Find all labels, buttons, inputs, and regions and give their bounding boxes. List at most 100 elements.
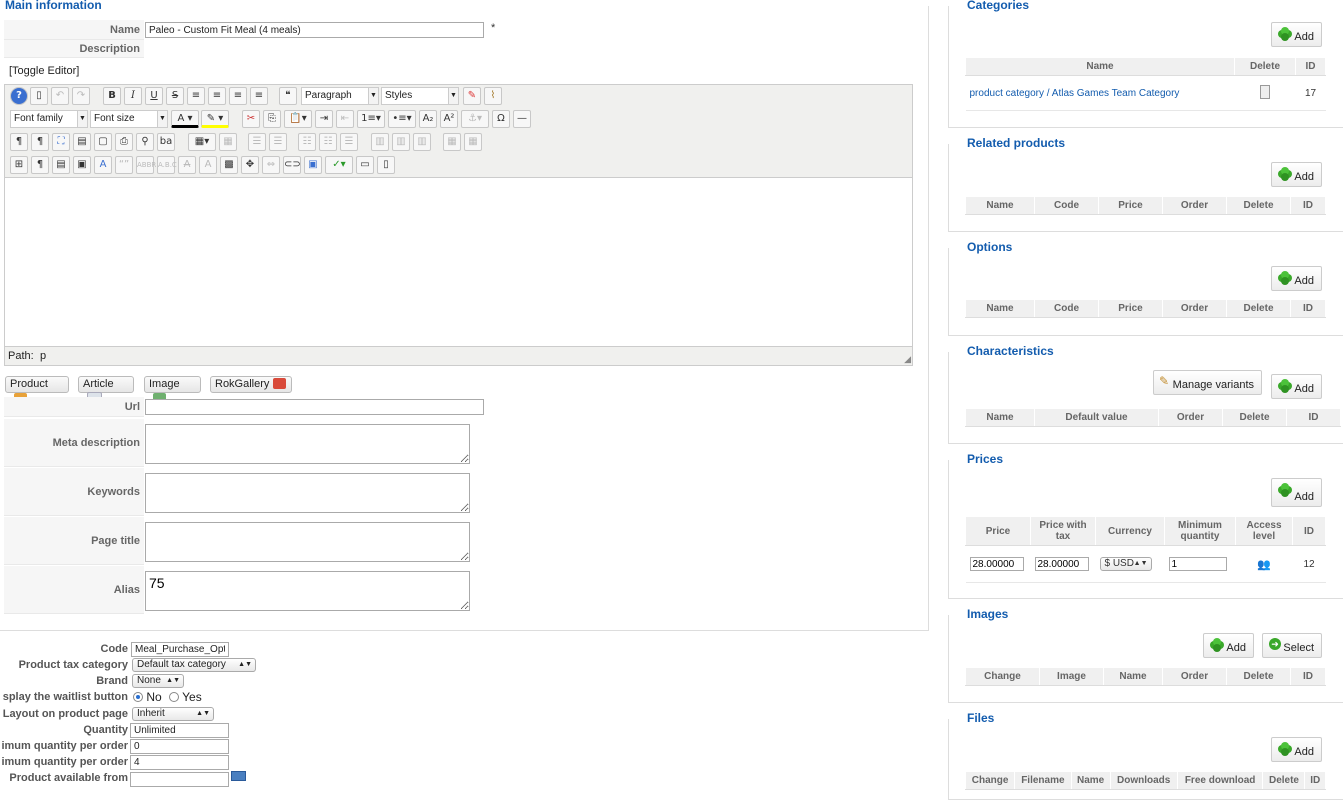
delete-table-icon[interactable]: ▦ — [219, 133, 237, 151]
insert-image-button[interactable]: Image — [144, 376, 201, 404]
categories-add-button[interactable]: Add — [1271, 22, 1322, 47]
preview-icon[interactable]: ▢ — [94, 133, 112, 151]
url-input[interactable] — [145, 399, 484, 415]
anchor-icon[interactable]: ⚓▾ — [461, 110, 489, 128]
available-from-input[interactable] — [130, 772, 229, 787]
align-center-icon[interactable]: ≡ — [208, 87, 226, 105]
format-select[interactable]: Paragraph ▼ — [301, 87, 379, 105]
users-icon[interactable]: 👥 — [1257, 559, 1271, 571]
split-cells-icon[interactable]: ▥ — [371, 133, 389, 151]
spellcheck-icon[interactable]: ✓▾ — [325, 156, 353, 174]
category-link[interactable]: product category / Atlas Games Team Cate… — [965, 75, 1235, 111]
paste-text-icon[interactable]: ▤ — [52, 156, 70, 174]
waitlist-no-radio[interactable] — [133, 692, 143, 702]
bold-icon[interactable]: B — [103, 87, 121, 105]
path-value[interactable]: p — [40, 350, 46, 362]
link-icon[interactable]: ⊂⊃ — [283, 156, 301, 174]
nonbreaking-icon[interactable]: ⇔ — [262, 156, 280, 174]
keywords-textarea[interactable] — [145, 473, 470, 513]
editor-content-area[interactable] — [4, 177, 913, 348]
horizontal-rule-icon[interactable]: — — [513, 110, 531, 128]
col-before-icon[interactable]: ☷ — [298, 133, 316, 151]
align-left-icon[interactable]: ≡ — [229, 87, 247, 105]
row-after-icon[interactable]: ☰ — [269, 133, 287, 151]
col-after-icon[interactable]: ☷ — [319, 133, 337, 151]
abbr-icon[interactable]: ABBR — [136, 156, 156, 174]
align-justify-icon[interactable]: ≡ — [187, 87, 205, 105]
subscript-icon[interactable]: A₂ — [419, 110, 437, 128]
highlight-color-icon[interactable]: ✎ ▾ — [201, 110, 229, 128]
replace-icon[interactable]: ba — [157, 133, 175, 151]
underline-icon[interactable]: U — [145, 87, 163, 105]
outdent-icon[interactable]: ⇤ — [336, 110, 354, 128]
del-icon[interactable]: A — [178, 156, 196, 174]
layer-icon[interactable]: ✥ — [241, 156, 259, 174]
min-order-input[interactable] — [130, 739, 229, 754]
insert-rokgallery-button[interactable]: RokGallery — [210, 376, 292, 393]
paste-icon[interactable]: 📋▾ — [284, 110, 312, 128]
manage-variants-button[interactable]: ✎ Manage variants — [1153, 370, 1262, 395]
style-props-icon[interactable]: A — [94, 156, 112, 174]
text-color-icon[interactable]: A ▾ — [171, 110, 199, 128]
options-add-button[interactable]: Add — [1271, 266, 1322, 291]
indent-icon[interactable]: ⇥ — [315, 110, 333, 128]
template-icon[interactable]: ▤ — [73, 133, 91, 151]
price-input[interactable] — [969, 557, 1024, 571]
acronym-icon[interactable]: A.B.C — [157, 156, 177, 174]
cell-props-icon[interactable]: ▦ — [443, 133, 461, 151]
minimum-quantity-input[interactable] — [1168, 557, 1227, 571]
redo-icon[interactable]: ↷ — [72, 87, 90, 105]
insert-product-button[interactable]: Product — [5, 376, 69, 404]
cite-icon[interactable]: “” — [115, 156, 133, 174]
related-add-button[interactable]: Add — [1271, 162, 1322, 187]
font-family-select[interactable]: Font family ▼ — [10, 110, 88, 128]
row-props-icon[interactable]: ▦ — [464, 133, 482, 151]
prices-add-button[interactable]: Add — [1271, 478, 1322, 507]
new-document-icon[interactable]: ▯ — [30, 87, 48, 105]
brand-select[interactable]: None ▲▼ — [132, 674, 184, 688]
images-add-button[interactable]: Add — [1203, 633, 1254, 658]
paste-word-icon[interactable]: ▣ — [73, 156, 91, 174]
meta-description-textarea[interactable] — [145, 424, 470, 464]
attributes-icon[interactable]: ▩ — [220, 156, 238, 174]
eraser-icon[interactable]: ✎ — [463, 87, 481, 105]
merge-cells-icon[interactable]: ▥ — [392, 133, 410, 151]
tax-category-select[interactable]: Default tax category ▲▼ — [132, 658, 256, 672]
characteristics-add-button[interactable]: Add — [1271, 374, 1322, 399]
strikethrough-icon[interactable]: S — [166, 87, 184, 105]
images-select-button[interactable]: ➜ Select — [1262, 633, 1322, 658]
italic-icon[interactable]: I — [124, 87, 142, 105]
cleanup-icon[interactable]: ⌇ — [484, 87, 502, 105]
resize-handle-icon[interactable]: ◢ — [904, 354, 911, 365]
visual-aid-icon[interactable]: ⊞ — [10, 156, 28, 174]
delete-row-icon[interactable]: ☰ — [340, 133, 358, 151]
insert-table-icon[interactable]: ▦▾ — [188, 133, 216, 151]
ins-icon[interactable]: A — [199, 156, 217, 174]
ltr-icon[interactable]: ¶ — [10, 133, 28, 151]
align-right-icon[interactable]: ≡ — [250, 87, 268, 105]
copy-icon[interactable]: ⎘ — [263, 110, 281, 128]
row-before-icon[interactable]: ☰ — [248, 133, 266, 151]
blockquote-icon[interactable]: ❝ — [279, 87, 297, 105]
layout-select[interactable]: Inherit ▲▼ — [132, 707, 214, 721]
font-size-select[interactable]: Font size ▼ — [90, 110, 168, 128]
bullet-list-icon[interactable]: •≡▾ — [388, 110, 416, 128]
superscript-icon[interactable]: A² — [440, 110, 458, 128]
image-icon[interactable]: ▣ — [304, 156, 322, 174]
help-icon[interactable]: ? — [10, 87, 28, 105]
toggle-editor-link[interactable]: [Toggle Editor] — [9, 65, 79, 77]
print-icon[interactable]: ⎙ — [115, 133, 133, 151]
quantity-input[interactable] — [130, 723, 229, 738]
name-input[interactable] — [145, 22, 484, 38]
code-input[interactable] — [131, 642, 229, 657]
calendar-icon[interactable] — [231, 771, 246, 781]
readmore-icon[interactable]: ▯ — [377, 156, 395, 174]
delete-icon[interactable] — [1260, 84, 1270, 99]
delete-col-icon[interactable]: ▥ — [413, 133, 431, 151]
find-icon[interactable]: ⚲ — [136, 133, 154, 151]
styles-select[interactable]: Styles ▼ — [381, 87, 459, 105]
price-with-tax-input[interactable] — [1034, 557, 1089, 571]
files-add-button[interactable]: Add — [1271, 737, 1322, 762]
page-title-textarea[interactable] — [145, 522, 470, 562]
pagebreak-icon[interactable]: ▭ — [356, 156, 374, 174]
